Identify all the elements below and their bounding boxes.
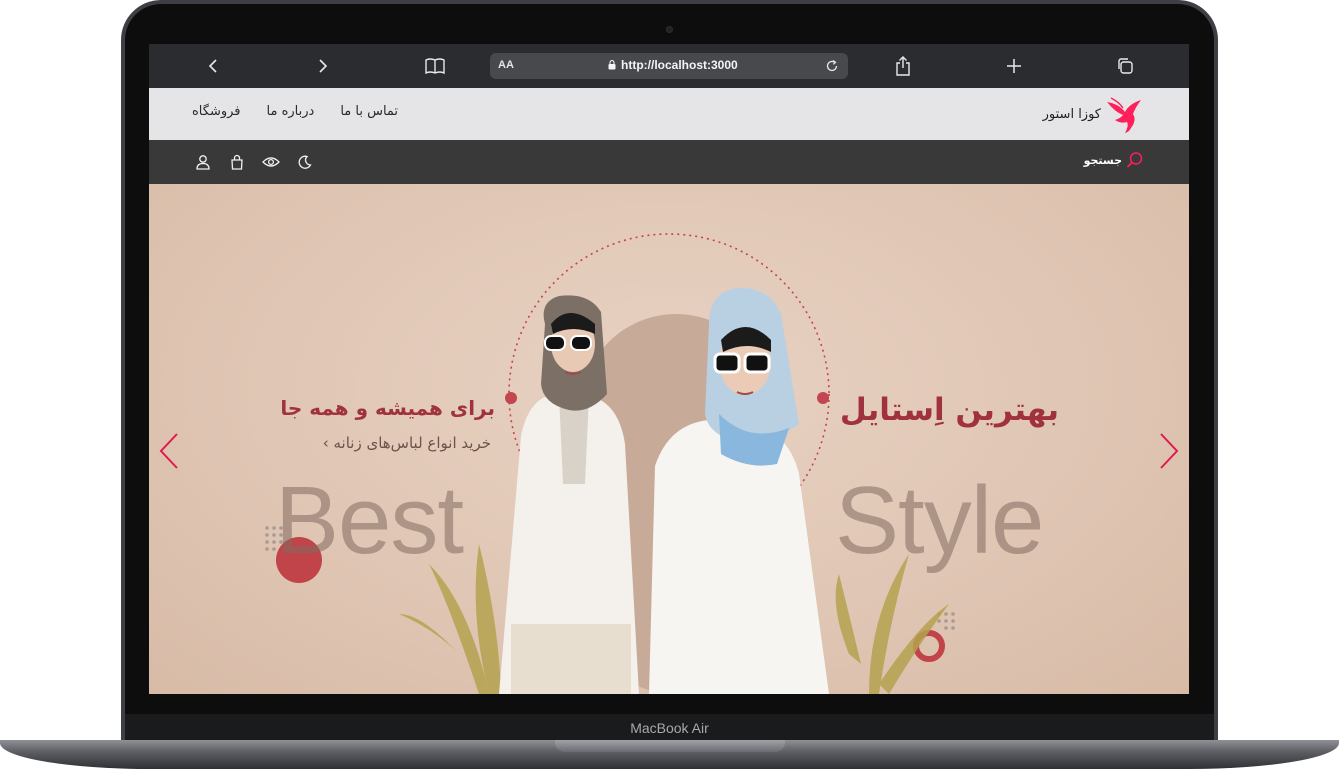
laptop-notch: [555, 740, 785, 752]
slider-prev-button[interactable]: [157, 431, 181, 471]
new-tab-icon[interactable]: [1002, 54, 1026, 78]
site-header: فروشگاه درباره ما تماس با ما کوزا استور: [149, 88, 1189, 140]
menu-item-shop[interactable]: فروشگاه: [192, 104, 241, 119]
tabs-icon[interactable]: [1113, 54, 1137, 78]
brand-name: کوزا استور: [1042, 106, 1101, 122]
bookmarks-icon[interactable]: [423, 54, 447, 78]
share-icon[interactable]: [891, 54, 915, 78]
dark-mode-icon[interactable]: [295, 152, 315, 172]
cart-icon[interactable]: [227, 152, 247, 172]
hero-subtitle-link[interactable]: خرید انواع لباس‌های زنانه ›: [323, 434, 491, 452]
hero-banner[interactable]: Best Style بهترین اِستایل برای همیشه و ه…: [149, 184, 1189, 694]
slider-next-button[interactable]: [1157, 431, 1181, 471]
hero-title: بهترین اِستایل: [839, 392, 1059, 428]
hero-word-right: Style: [835, 467, 1044, 574]
address-bar[interactable]: AA http://localhost:3000: [490, 53, 848, 79]
screen: AA http://localhost:3000 فروشگاه درباره …: [149, 44, 1189, 694]
search-label: جستجو: [1083, 153, 1122, 167]
bird-logo: [1107, 97, 1141, 133]
brand[interactable]: کوزا استور: [1043, 94, 1145, 134]
url-text: http://localhost:3000: [621, 58, 738, 72]
lock-icon: [608, 60, 616, 70]
search-icon: [1126, 152, 1143, 168]
toolbar: جستجو: [149, 140, 1189, 184]
hero-illustration: [265, 233, 955, 694]
browser-toolbar: AA http://localhost:3000: [149, 44, 1189, 88]
text-size-button[interactable]: AA: [498, 59, 514, 71]
menu-item-about[interactable]: درباره ما: [267, 104, 315, 119]
search-button[interactable]: جستجو: [1084, 151, 1144, 169]
main-menu: فروشگاه درباره ما تماس با ما: [192, 104, 398, 119]
back-icon[interactable]: [201, 54, 225, 78]
hero-word-left: Best: [275, 467, 464, 574]
eye-icon[interactable]: [261, 152, 281, 172]
camera-icon: [666, 26, 673, 33]
device-label: MacBook Air: [125, 714, 1214, 742]
user-tools: [193, 152, 315, 172]
forward-icon[interactable]: [311, 54, 335, 78]
user-icon[interactable]: [193, 152, 213, 172]
hero-tagline: برای همیشه و همه جا: [280, 396, 495, 420]
reload-icon[interactable]: [822, 56, 842, 76]
menu-item-contact[interactable]: تماس با ما: [340, 104, 398, 119]
